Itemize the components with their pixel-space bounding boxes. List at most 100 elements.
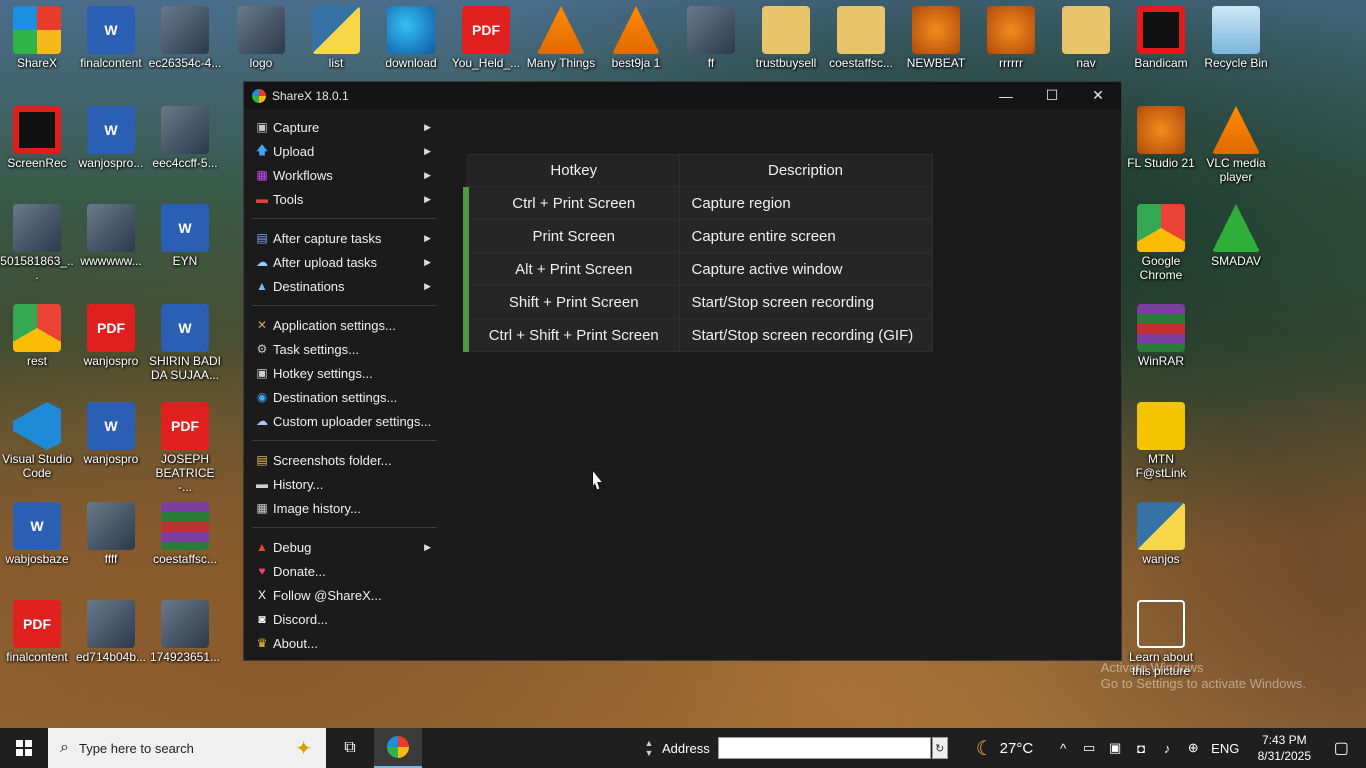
desktop-icon[interactable]: best9ja 1 xyxy=(599,6,673,70)
menu-item[interactable]: ▤ Screenshots folder... xyxy=(244,448,437,472)
desktop-icon-image xyxy=(1137,502,1185,550)
desktop-icon[interactable]: W SHIRIN BADI DA SUJAA... xyxy=(148,304,222,382)
desktop-icon[interactable]: NEWBEAT xyxy=(899,6,973,70)
start-button[interactable] xyxy=(0,728,48,768)
hotkey-row[interactable]: Ctrl + Shift + Print Screen Start/Stop sc… xyxy=(463,318,933,352)
description-column-header[interactable]: Description xyxy=(678,154,933,187)
window-titlebar[interactable]: ShareX 18.0.1 — ☐ ✕ xyxy=(244,82,1121,109)
volume-icon[interactable]: ♪ xyxy=(1159,741,1175,756)
desktop-icon[interactable]: wanjos xyxy=(1124,502,1198,566)
address-input[interactable] xyxy=(717,737,931,759)
taskbar-app-sharex[interactable] xyxy=(374,728,422,768)
menu-item[interactable]: ☁ After upload tasks ▶ xyxy=(244,250,437,274)
menu-item[interactable]: ▣ Hotkey settings... xyxy=(244,361,437,385)
desktop-icon[interactable]: nav xyxy=(1049,6,1123,70)
close-button[interactable]: ✕ xyxy=(1075,82,1121,109)
menu-item[interactable]: ▲ Destinations ▶ xyxy=(244,274,437,298)
desktop-icon[interactable]: Google Chrome xyxy=(1124,204,1198,282)
desktop-icon[interactable]: SMADAV xyxy=(1199,204,1273,268)
desktop-icon[interactable]: MTN F@stLink xyxy=(1124,402,1198,480)
hotkey-column-header[interactable]: Hotkey xyxy=(466,154,680,187)
desktop-icon[interactable]: Visual Studio Code xyxy=(0,402,74,480)
battery-icon[interactable]: ▭ xyxy=(1081,740,1097,756)
taskbar-clock[interactable]: 7:43 PM 8/31/2025 xyxy=(1249,732,1319,764)
menu-item[interactable]: ◉ Destination settings... xyxy=(244,385,437,409)
menu-item[interactable]: ▬ History... xyxy=(244,472,437,496)
menu-item[interactable]: ♛ About... xyxy=(244,631,437,655)
desktop-icon[interactable]: PDF wanjospro xyxy=(74,304,148,368)
menu-item[interactable]: ▣ Capture ▶ xyxy=(244,115,437,139)
desktop-icon[interactable]: eec4ccff-5... xyxy=(148,106,222,170)
minimize-button[interactable]: — xyxy=(983,82,1029,109)
task-view-button[interactable]: ⧉ xyxy=(326,728,374,768)
security-icon[interactable]: ▣ xyxy=(1107,740,1123,756)
menu-item[interactable]: ▤ After capture tasks ▶ xyxy=(244,226,437,250)
camera-icon[interactable]: ◘ xyxy=(1133,741,1149,756)
menu-item[interactable]: ▦ Workflows ▶ xyxy=(244,163,437,187)
menu-item[interactable]: X Follow @ShareX... xyxy=(244,583,437,607)
desktop-icon[interactable]: coestaffsc... xyxy=(824,6,898,70)
language-indicator[interactable]: ENG xyxy=(1211,741,1239,756)
desktop-icon[interactable]: list xyxy=(299,6,373,70)
desktop-icon[interactable]: Wfinalcontent xyxy=(74,6,148,70)
desktop-icon[interactable]: wwwwww... xyxy=(74,204,148,268)
desktop-icon[interactable]: rest xyxy=(0,304,74,368)
desktop-icon[interactable]: Wwabjosbaze xyxy=(0,502,74,566)
desktop-icon[interactable]: PDF finalcontent xyxy=(0,600,74,664)
desktop-icon[interactable]: Recycle Bin xyxy=(1199,6,1273,70)
desktop-icon[interactable]: ff xyxy=(674,6,748,70)
network-icon[interactable]: ⊕ xyxy=(1185,740,1201,756)
menu-item[interactable]: ▬ Tools ▶ xyxy=(244,187,437,211)
taskbar-search-box[interactable]: ⌕ Type here to search ✦ xyxy=(48,728,326,768)
desktop-icon[interactable]: WinRAR xyxy=(1124,304,1198,368)
desktop-icon[interactable]: rrrrrr xyxy=(974,6,1048,70)
menu-item-icon: ☁ xyxy=(256,414,268,428)
desktop-icon[interactable]: Wwanjospro xyxy=(74,402,148,466)
address-go-button[interactable]: ↻ xyxy=(931,737,948,759)
notification-center-button[interactable]: ▢ xyxy=(1319,728,1363,768)
menu-item[interactable]: ⚙ Task settings... xyxy=(244,337,437,361)
desktop-icon[interactable]: logo xyxy=(224,6,298,70)
desktop-icon[interactable]: VLC media player xyxy=(1199,106,1273,184)
menu-item[interactable]: 🡅 Upload ▶ xyxy=(244,139,437,163)
desktop-icon[interactable]: 501581863_... xyxy=(0,204,74,282)
hotkey-row[interactable]: Shift + Print Screen Start/Stop screen re… xyxy=(463,285,933,319)
desktop-icon[interactable]: Bandicam xyxy=(1124,6,1198,70)
menu-item[interactable]: ◙ Discord... xyxy=(244,607,437,631)
desktop-icon[interactable]: FL Studio 21 xyxy=(1124,106,1198,170)
hotkey-row[interactable]: Alt + Print Screen Capture active window xyxy=(463,252,933,286)
weather-temperature: 27°C xyxy=(999,739,1034,757)
hotkey-row[interactable]: Print Screen Capture entire screen xyxy=(463,219,933,253)
desktop-icon[interactable]: 174923651... xyxy=(148,600,222,664)
desktop-icon[interactable]: download xyxy=(374,6,448,70)
hotkey-row[interactable]: Ctrl + Print Screen Capture region xyxy=(463,186,933,220)
maximize-button[interactable]: ☐ xyxy=(1029,82,1075,109)
desktop-icon[interactable]: trustbuysell xyxy=(749,6,823,70)
weather-widget[interactable]: ☾ 27°C xyxy=(976,736,1033,761)
desktop-icon[interactable]: ed714b04b... xyxy=(74,600,148,664)
chevron-up-icon[interactable]: ▲ xyxy=(645,738,654,748)
toolbar-scroll[interactable]: ▲ ▼ xyxy=(642,738,656,758)
menu-item[interactable]: ☁ Custom uploader settings... xyxy=(244,409,437,433)
desktop-icon[interactable]: Wwanjospro... xyxy=(74,106,148,170)
desktop-icon[interactable]: ec26354c-4... xyxy=(148,6,222,70)
desktop-icon-label: 174923651... xyxy=(149,650,221,664)
desktop-icon[interactable]: ShareX xyxy=(0,6,74,70)
desktop-icon-label: Recycle Bin xyxy=(1204,56,1268,70)
desktop-icon[interactable]: ScreenRec xyxy=(0,106,74,170)
menu-item[interactable]: ▦ Image history... xyxy=(244,496,437,520)
menu-item[interactable]: ✕ Application settings... xyxy=(244,313,437,337)
menu-item[interactable]: ▲ Debug ▶ xyxy=(244,535,437,559)
desktop-icon[interactable]: coestaffsc... xyxy=(148,502,222,566)
search-icon: ⌕ xyxy=(60,739,69,756)
desktop-icon[interactable]: ffff xyxy=(74,502,148,566)
desktop-icon[interactable]: W EYN xyxy=(148,204,222,268)
menu-item[interactable]: ♥ Donate... xyxy=(244,559,437,583)
search-highlight-icon[interactable]: ✦ xyxy=(295,736,312,761)
desktop-icon[interactable]: PDF JOSEPH BEATRICE -... xyxy=(148,402,222,494)
show-hidden-icons-chevron-icon[interactable]: ^ xyxy=(1055,741,1071,756)
chevron-down-icon[interactable]: ▼ xyxy=(645,748,654,758)
desktop-icon[interactable]: PDF You_Held_... xyxy=(449,6,523,70)
desktop-icon-image xyxy=(1137,304,1185,352)
desktop-icon[interactable]: Many Things xyxy=(524,6,598,70)
